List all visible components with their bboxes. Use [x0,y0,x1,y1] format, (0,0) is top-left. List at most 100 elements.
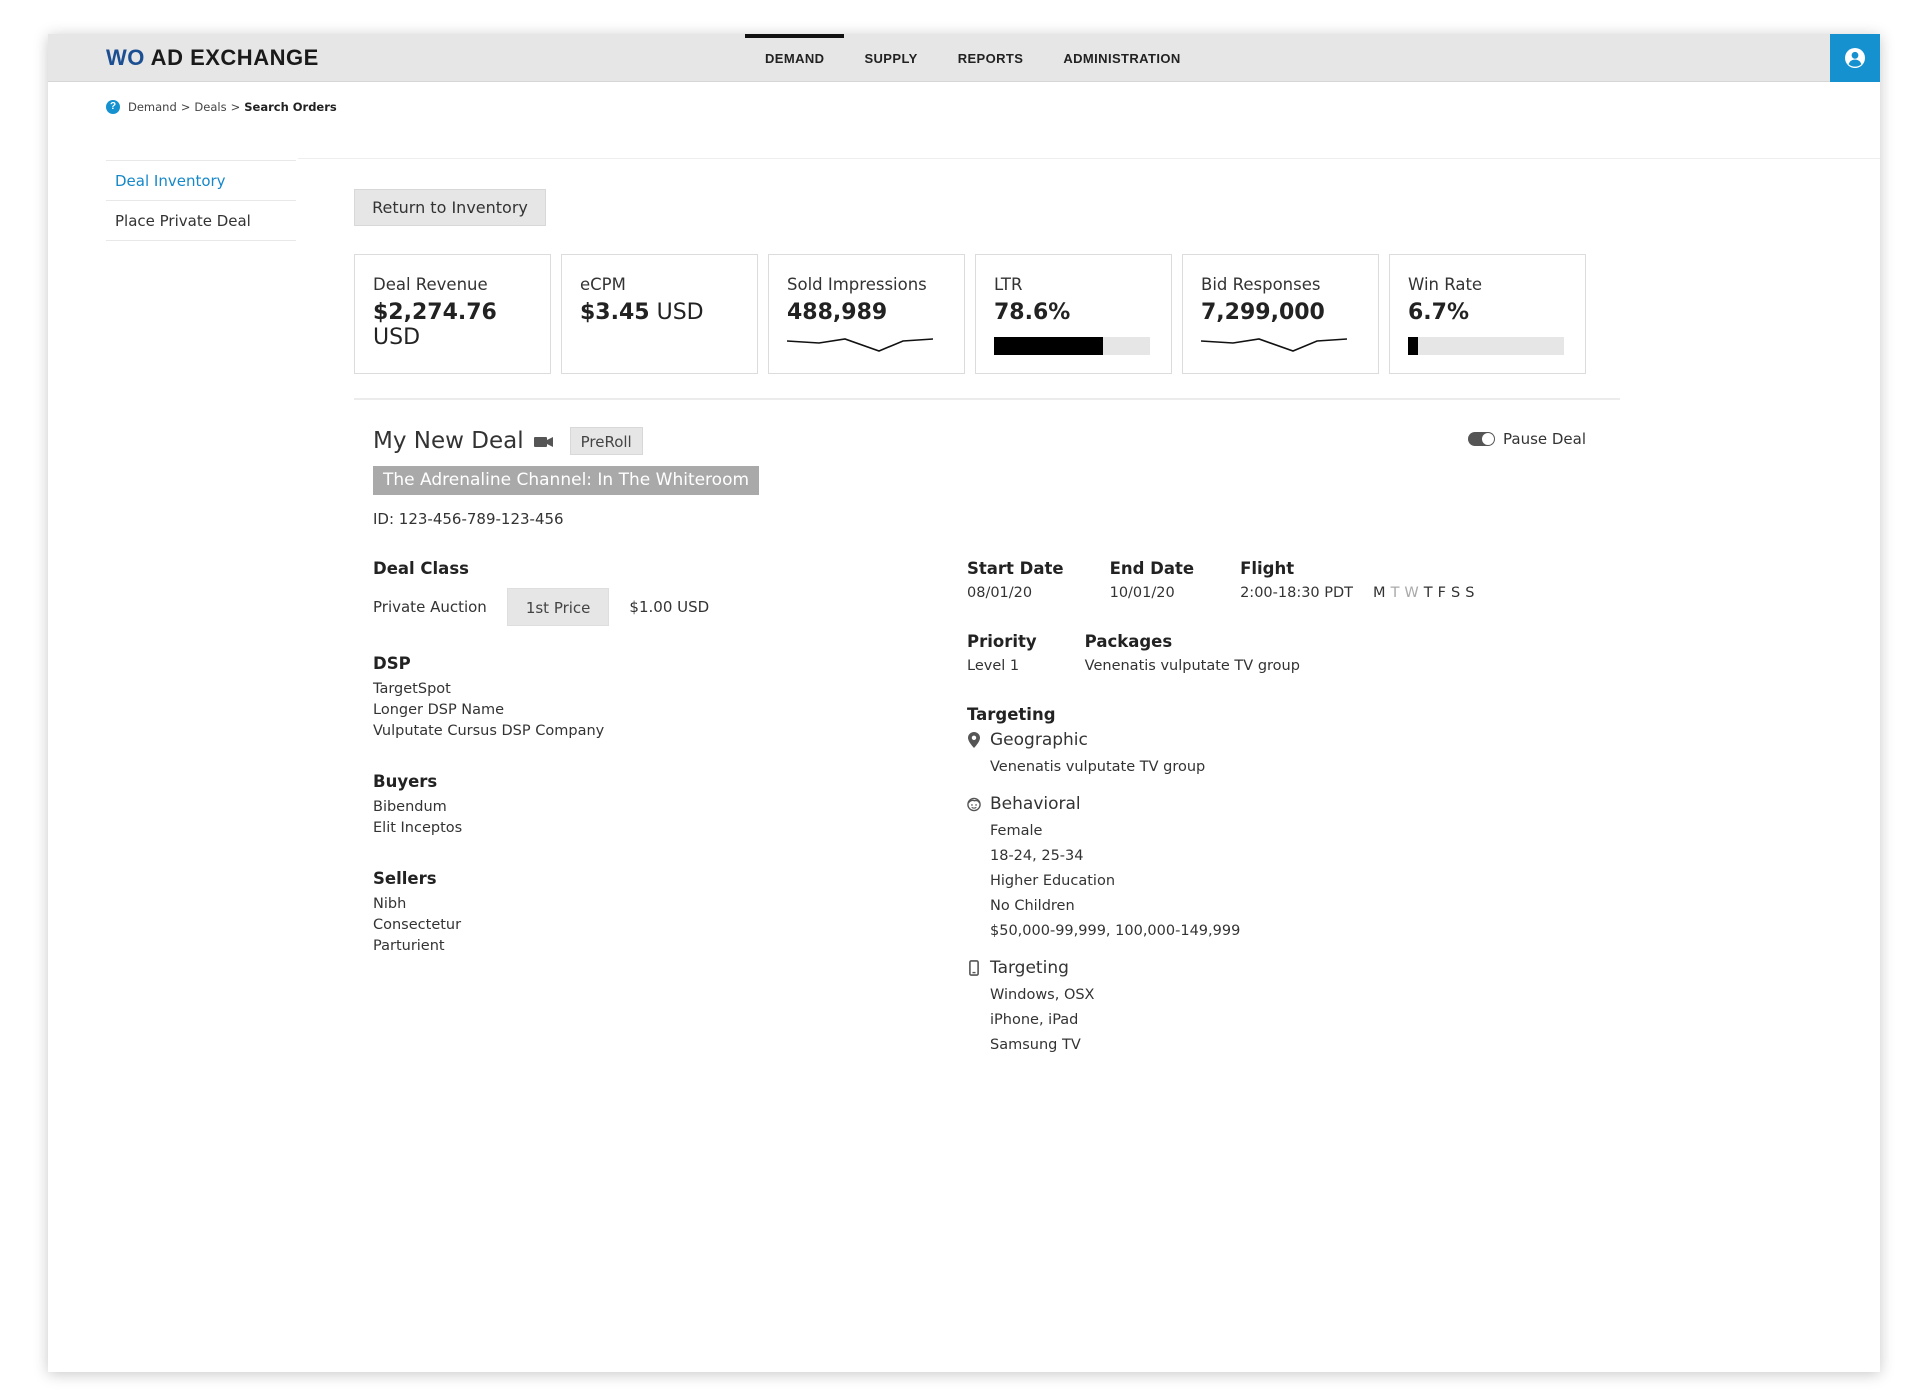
pause-deal-toggle[interactable]: Pause Deal [1468,430,1586,448]
list-item: Female [990,823,1043,839]
metric-card-deal-revenue: Deal Revenue $2,274.76 USD [354,254,551,374]
day-wednesday: W [1404,585,1419,601]
top-navigation-bar: WO AD EXCHANGE DEMAND SUPPLY REPORTS ADM… [48,34,1880,82]
metric-card-sold-impressions: Sold Impressions 488,989 [768,254,965,374]
targeting-behavioral-list: Female 18-24, 25-34 Higher Education No … [967,819,1525,944]
app-logo[interactable]: WO AD EXCHANGE [106,45,319,71]
start-date-field: Start Date 08/01/20 [967,559,1064,604]
metric-number: $2,274.76 [373,300,497,325]
breadcrumb-deals[interactable]: Deals [194,100,226,114]
flight-value: 2:00-18:30 PDT [1240,585,1354,601]
start-date-value: 08/01/20 [967,585,1033,601]
pause-deal-label: Pause Deal [1503,430,1587,448]
breadcrumb-demand[interactable]: Demand [128,100,177,114]
channel-label: The Adrenaline Channel: In The Whiteroom [373,466,760,495]
list-item: TargetSpot [373,681,451,697]
targeting-geographic-list: Venenatis vulputate TV group [967,755,1525,780]
user-avatar-icon [1845,48,1865,68]
nav-reports[interactable]: REPORTS [938,34,1044,82]
sidebar-item-place-private-deal[interactable]: Place Private Deal [106,201,296,241]
targeting-behavioral-header: Behavioral [967,794,1525,814]
header-divider [298,158,1880,159]
nav-administration[interactable]: ADMINISTRATION [1043,34,1200,82]
deal-id: ID: 123-456-789-123-456 [373,510,564,528]
start-date-title: Start Date [967,559,1064,578]
flight-line: 2:00-18:30 PDT MTWTFSS [1240,583,1479,604]
list-item: Vulputate Cursus DSP Company [373,723,605,739]
metric-value: 7,299,000 [1201,300,1325,325]
deal-type-tag: PreRoll [569,427,643,455]
priority-field: Priority Level 1 [967,632,1037,677]
metric-unit: USD [373,325,421,350]
targeting-title: Targeting [967,705,1056,724]
list-item: Windows, OSX [990,987,1095,1003]
metric-card-ltr: LTR 78.6% [975,254,1172,374]
metric-card-win-rate: Win Rate 6.7% [1389,254,1586,374]
app-window: WO AD EXCHANGE DEMAND SUPPLY REPORTS ADM… [48,34,1880,1372]
video-camera-icon [533,437,553,447]
day-saturday: S [1450,585,1461,601]
priority-value: Level 1 [967,658,1020,674]
flight-field: Flight 2:00-18:30 PDT MTWTFSS [1240,559,1479,604]
sparkline-icon [1201,338,1347,352]
targeting-geographic-label: Geographic [990,730,1088,750]
toggle-switch[interactable] [1468,432,1495,446]
targeting-geographic-header: Geographic [967,730,1525,750]
face-icon-wrap [967,797,981,812]
breadcrumb: ? Demand > Deals > Search Orders [106,100,337,114]
progress-bar [1408,337,1564,355]
help-icon[interactable]: ? [106,100,120,114]
day-thursday: T [1423,585,1433,601]
list-item: iPhone, iPad [990,1012,1079,1028]
breadcrumb-separator: > [180,100,191,114]
section-divider [354,398,1620,400]
sidebar: Deal Inventory Place Private Deal [106,160,296,241]
metric-label: LTR [994,275,1023,294]
sidebar-item-deal-inventory[interactable]: Deal Inventory [106,161,296,201]
day-sunday: S [1465,585,1475,601]
targeting-device-label: Targeting [990,958,1069,978]
end-date-title: End Date [1109,559,1195,578]
progress-bar [994,337,1150,355]
sellers-section: Sellers Nibh Consectetur Parturient [373,869,709,957]
day-monday: M [1373,585,1386,601]
logo-prefix: WO [106,45,145,70]
metric-card-ecpm: eCPM $3.45 USD [561,254,758,374]
dsp-list: TargetSpot Longer DSP Name Vulputate Cur… [373,679,709,742]
end-date-field: End Date 10/01/20 [1110,559,1194,604]
buyers-list: Bibendum Elit Inceptos [373,797,709,839]
face-icon [967,797,981,811]
location-pin-icon [968,732,980,748]
list-item: Bibendum [373,799,447,815]
end-date-value: 10/01/20 [1109,585,1175,601]
return-to-inventory-button[interactable]: Return to Inventory [354,189,546,226]
list-item: Nibh [373,896,407,912]
priority-title: Priority [967,632,1037,651]
deal-details-left: Deal Class Private Auction 1st Price $1.… [373,559,709,957]
main-nav: DEMAND SUPPLY REPORTS ADMINISTRATION [745,34,1201,82]
packages-value: Venenatis vulputate TV group [1084,658,1300,674]
mobile-device-icon-wrap [967,960,981,976]
dsp-section: DSP TargetSpot Longer DSP Name Vulputate… [373,654,709,742]
breadcrumb-search-orders: Search Orders [244,100,337,114]
progress-bar-fill [1408,337,1419,355]
packages-field: Packages Venenatis vulputate TV group [1085,632,1300,677]
user-account-button[interactable] [1830,34,1880,82]
list-item: No Children [990,898,1075,914]
price-type-chip: 1st Price [506,588,610,626]
deal-class-row: Private Auction 1st Price $1.00 USD [373,588,709,626]
list-item: Consectetur [373,917,462,933]
sellers-title: Sellers [373,869,437,888]
list-item: Elit Inceptos [373,820,463,836]
metric-value: $2,274.76 USD [373,300,550,350]
nav-demand[interactable]: DEMAND [745,34,845,82]
buyers-title: Buyers [373,772,438,791]
deal-title: My New Deal [373,428,524,454]
metric-value: 488,989 [787,300,888,325]
priority-row: Priority Level 1 Packages Venenatis vulp… [967,632,1525,677]
targeting-section: Targeting Geographic Venenatis vulputate… [967,705,1525,1058]
nav-supply[interactable]: SUPPLY [844,34,937,82]
metrics-row: Deal Revenue $2,274.76 USD eCPM $3.45 US… [354,254,1586,374]
flight-title: Flight [1240,559,1295,578]
metric-label: eCPM [580,275,626,294]
